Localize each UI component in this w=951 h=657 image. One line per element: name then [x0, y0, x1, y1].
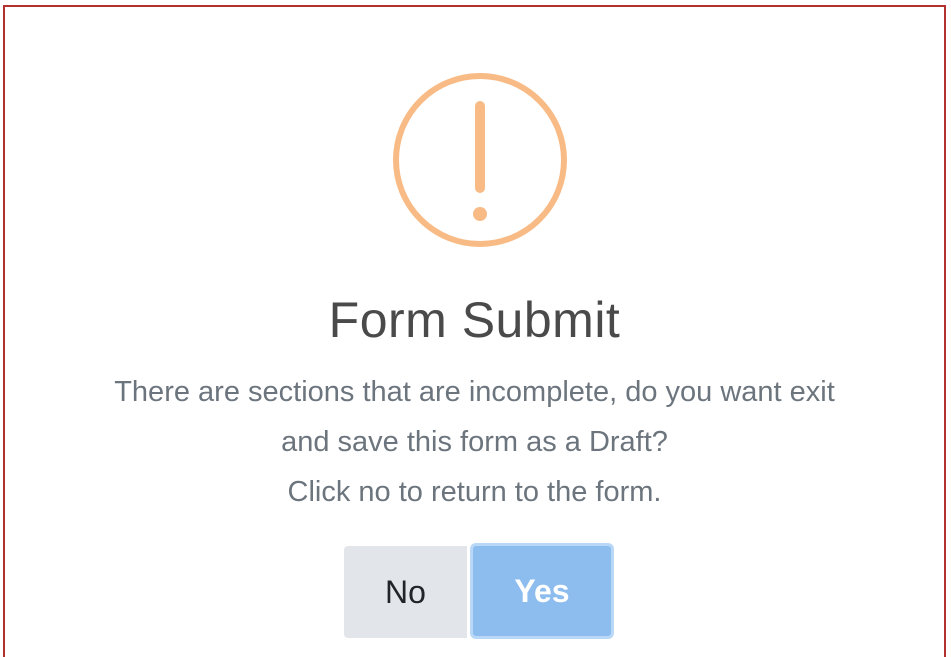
confirm-dialog: Form Submit There are sections that are … [5, 7, 944, 657]
dialog-message: There are sections that are incomplete, … [25, 367, 924, 517]
no-button[interactable]: No [344, 546, 467, 638]
dialog-title: Form Submit [328, 292, 621, 348]
message-line: Click no to return to the form. [287, 476, 662, 508]
message-line: There are sections that are incomplete, … [114, 376, 835, 408]
dialog-actions: No Yes [5, 543, 944, 641]
yes-button[interactable]: Yes [470, 543, 614, 639]
window-frame: Form Submit There are sections that are … [3, 5, 946, 657]
warning-exclamation-icon [392, 72, 568, 248]
message-line: and save this form as a Draft? [281, 426, 668, 458]
